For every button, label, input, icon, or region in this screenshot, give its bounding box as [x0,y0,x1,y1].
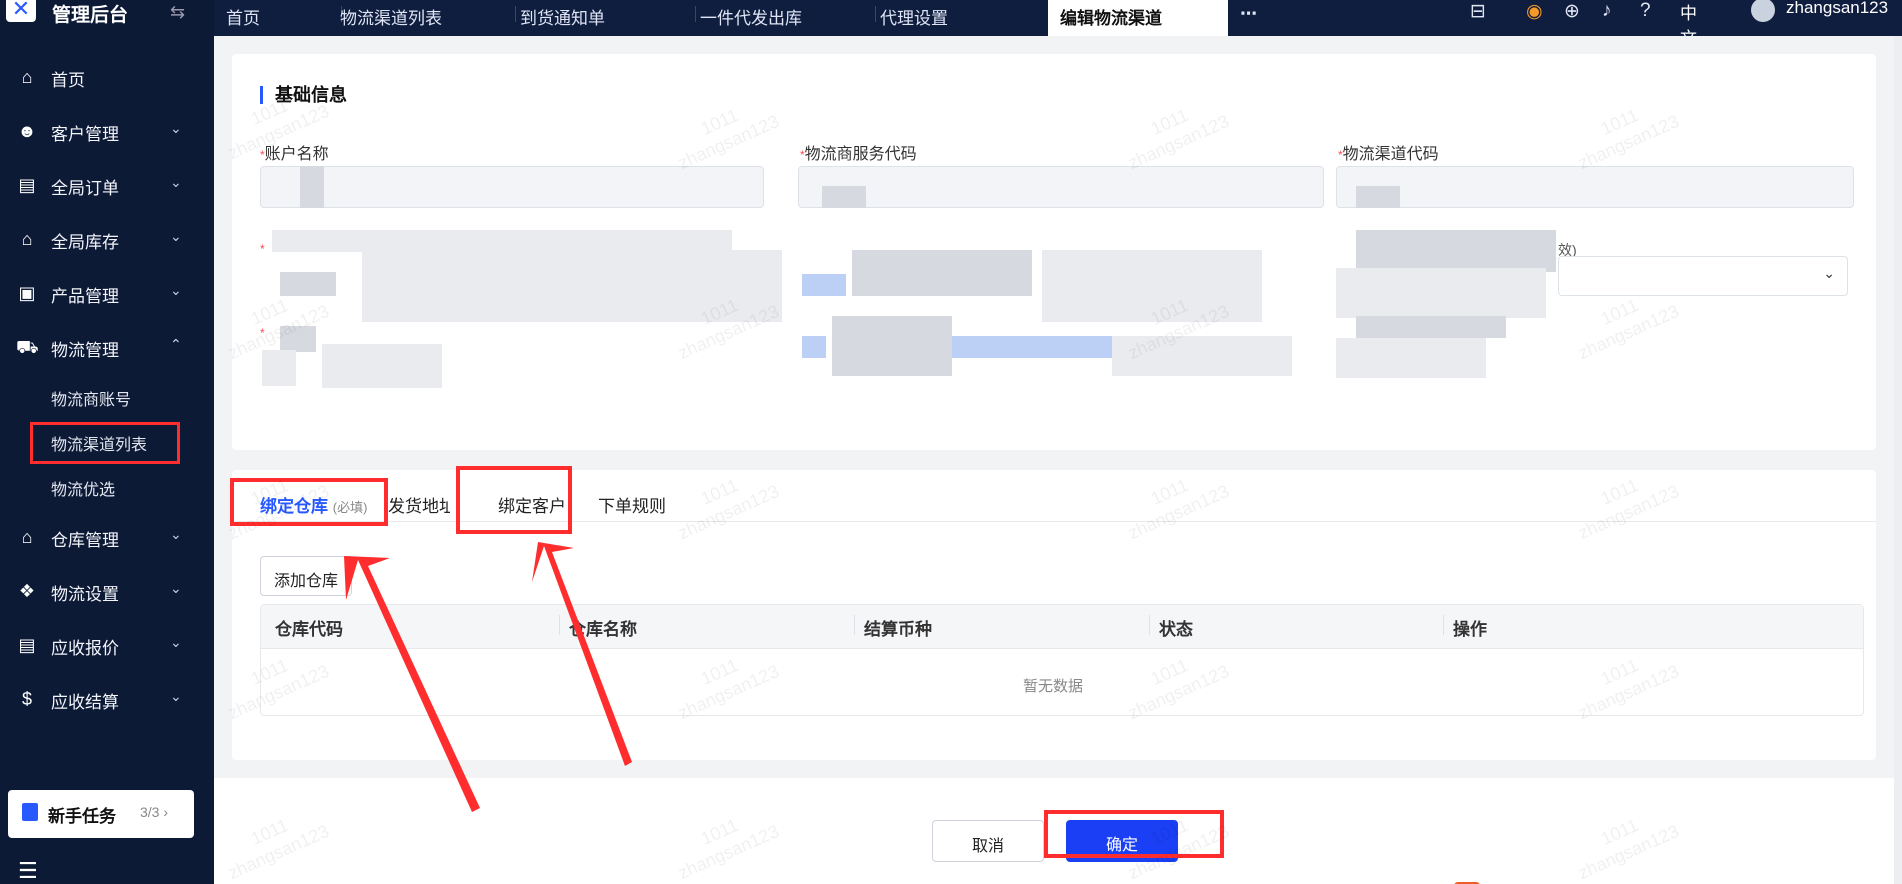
annotation-arrow [532,542,632,766]
annotation-arrow [344,556,480,812]
app-window: ✕ 管理后台 ⇆ 首页 物流渠道列表 到货通知单 一件代发出库 代理设置 编辑物… [0,0,1902,884]
annotation-arrows [344,542,632,812]
